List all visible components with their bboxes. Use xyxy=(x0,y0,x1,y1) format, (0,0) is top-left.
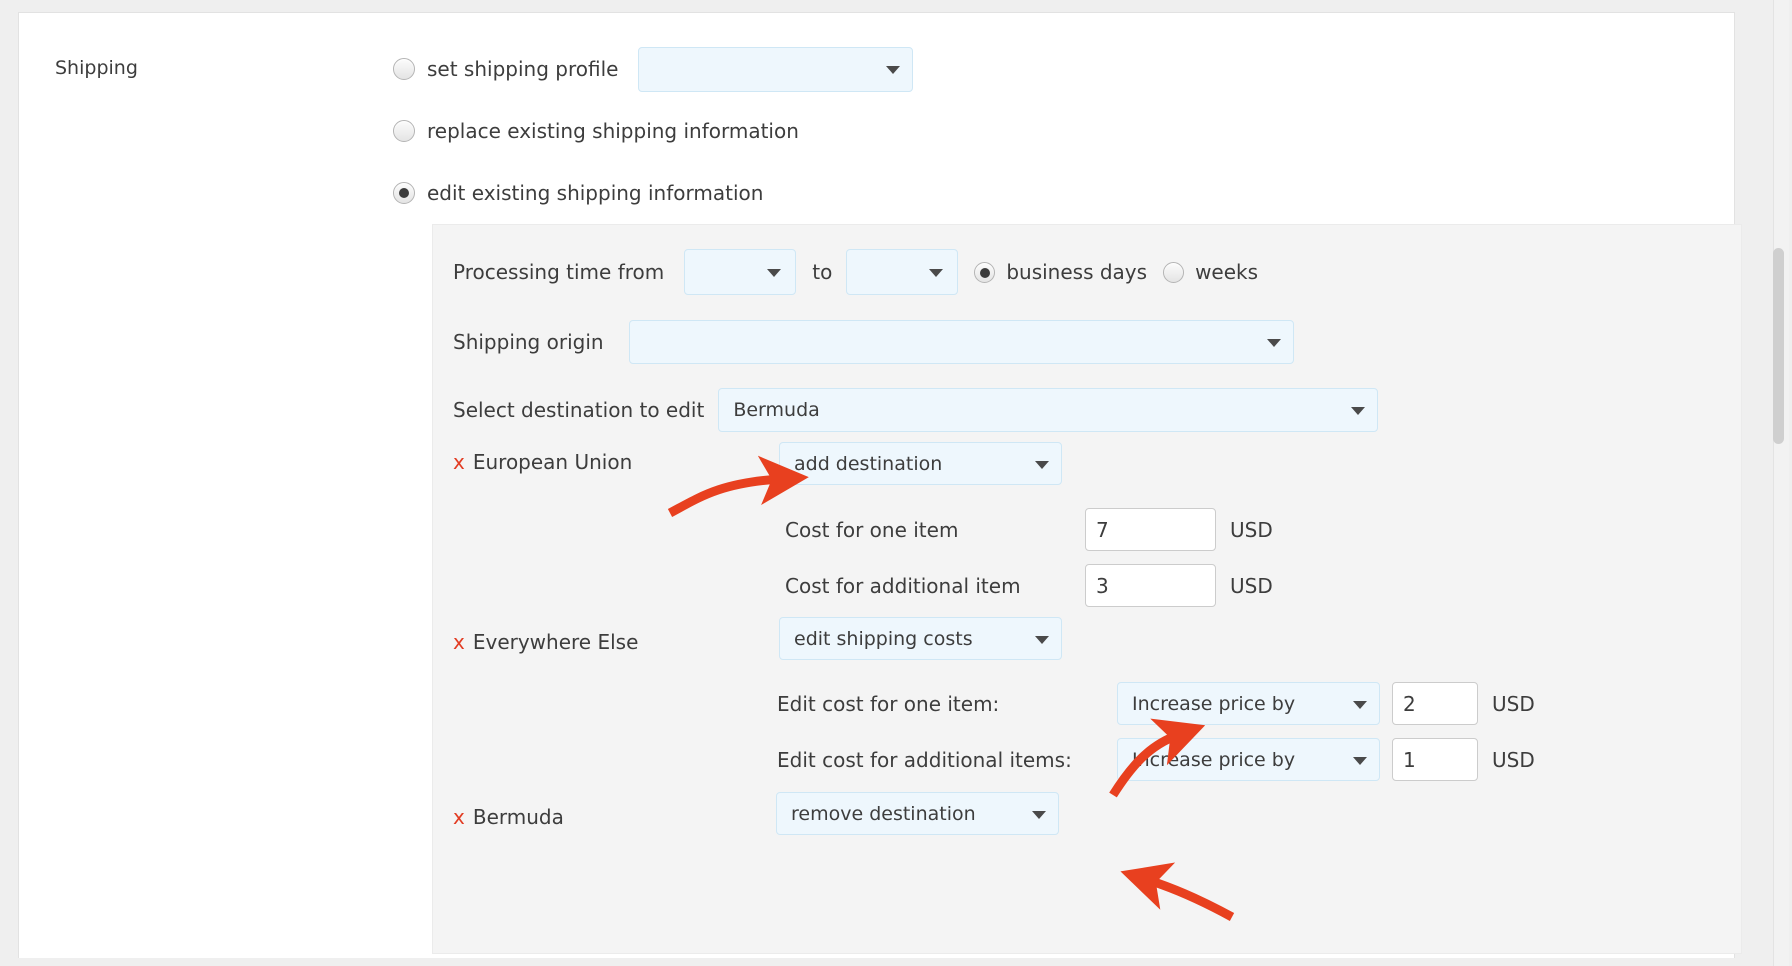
chevron-down-icon xyxy=(886,66,901,74)
unit-label: weeks xyxy=(1195,260,1259,284)
cost-additional-item-input[interactable] xyxy=(1085,564,1216,607)
shipping-mode-options: set shipping profile replace existing sh… xyxy=(393,46,914,235)
shipping-card: Shipping set shipping profile replace ex… xyxy=(18,12,1742,958)
edit-cost-additional-items-row: Edit cost for additional items: Increase… xyxy=(777,738,1535,781)
shipping-mode-label: replace existing shipping information xyxy=(427,119,799,143)
chevron-down-icon xyxy=(767,269,782,277)
unit-label: business days xyxy=(1006,260,1148,284)
currency-label: USD xyxy=(1230,517,1273,542)
scrollbar-track[interactable] xyxy=(1773,0,1789,966)
shipping-editor-panel: Processing time from to business days we… xyxy=(432,224,1742,954)
currency-label: USD xyxy=(1492,747,1535,772)
radio-business-days[interactable] xyxy=(974,261,996,283)
cost-additional-item-row: Cost for additional item USD xyxy=(785,564,1273,607)
processing-time-to-word: to xyxy=(812,260,833,284)
cost-additional-item-label: Cost for additional item xyxy=(785,573,1021,598)
cost-one-item-input[interactable] xyxy=(1085,508,1216,551)
shipping-mode-label: set shipping profile xyxy=(427,57,619,81)
select-destination-label: Select destination to edit xyxy=(453,398,705,422)
shipping-mode-edit[interactable]: edit existing shipping information xyxy=(393,173,913,213)
chevron-down-icon xyxy=(1353,700,1367,709)
edit-cost-one-item-mode-select[interactable]: Increase price by xyxy=(1117,682,1380,725)
processing-time-from-select[interactable] xyxy=(684,249,797,295)
select-destination-row: Select destination to edit Bermuda xyxy=(453,388,1379,432)
chevron-down-icon xyxy=(1266,339,1281,347)
destination-action-value: edit shipping costs xyxy=(794,627,973,650)
edit-cost-one-item-input[interactable] xyxy=(1392,682,1478,725)
currency-label: USD xyxy=(1230,573,1273,598)
radio-edit-shipping-information[interactable] xyxy=(393,182,415,204)
delete-destination-icon[interactable]: x xyxy=(453,630,465,654)
destination-action-select-bermuda[interactable]: remove destination xyxy=(776,792,1059,835)
shipping-bulk-edit-screen: Shipping set shipping profile replace ex… xyxy=(0,0,1792,966)
destination-action-select-european-union[interactable]: add destination xyxy=(779,442,1062,485)
destination-action-select-everywhere-else[interactable]: edit shipping costs xyxy=(779,617,1062,660)
edit-mode-value: Increase price by xyxy=(1132,748,1296,771)
processing-time-to-select[interactable] xyxy=(846,249,959,295)
edit-cost-one-item-label: Edit cost for one item: xyxy=(777,691,1000,716)
radio-replace-shipping-information[interactable] xyxy=(393,120,415,142)
processing-time-row: Processing time from to business days we… xyxy=(453,249,1258,295)
chevron-down-icon xyxy=(1035,635,1049,644)
cost-one-item-row: Cost for one item USD xyxy=(785,508,1273,551)
cost-one-item-label: Cost for one item xyxy=(785,517,959,542)
edit-mode-value: Increase price by xyxy=(1132,692,1296,715)
edit-cost-additional-items-label: Edit cost for additional items: xyxy=(777,747,1072,772)
shipping-mode-replace[interactable]: replace existing shipping information xyxy=(393,111,913,151)
destination-action-value: add destination xyxy=(794,452,943,475)
radio-set-shipping-profile[interactable] xyxy=(393,58,415,80)
destination-action-value: remove destination xyxy=(791,802,976,825)
shipping-origin-select[interactable] xyxy=(628,320,1294,364)
select-destination-value: Bermuda xyxy=(733,399,820,421)
shipping-origin-row: Shipping origin xyxy=(453,320,1294,364)
destination-name: Bermuda xyxy=(472,805,564,829)
destination-name: Everywhere Else xyxy=(472,630,639,654)
shipping-mode-set-profile[interactable]: set shipping profile xyxy=(393,46,914,92)
delete-destination-icon[interactable]: x xyxy=(453,450,465,474)
processing-time-label: Processing time from xyxy=(453,260,665,284)
destination-label-row: x Bermuda xyxy=(453,805,564,829)
select-destination-dropdown[interactable]: Bermuda xyxy=(718,388,1379,432)
chevron-down-icon xyxy=(1353,756,1367,765)
chevron-down-icon xyxy=(1032,810,1046,819)
destination-label-row: x European Union xyxy=(453,450,632,474)
processing-unit-business-days[interactable]: business days xyxy=(974,260,1147,284)
shipping-profile-select[interactable] xyxy=(638,46,914,92)
scrollbar-thumb[interactable] xyxy=(1773,248,1784,444)
edit-cost-additional-items-mode-select[interactable]: Increase price by xyxy=(1117,738,1380,781)
shipping-mode-label: edit existing shipping information xyxy=(427,181,764,205)
page-title: Shipping xyxy=(55,57,138,79)
delete-destination-icon[interactable]: x xyxy=(453,805,465,829)
chevron-down-icon xyxy=(1035,460,1049,469)
destination-name: European Union xyxy=(472,450,633,474)
processing-unit-weeks[interactable]: weeks xyxy=(1163,260,1258,284)
destination-label-row: x Everywhere Else xyxy=(453,630,638,654)
currency-label: USD xyxy=(1492,691,1535,716)
shipping-origin-label: Shipping origin xyxy=(453,330,604,354)
edit-cost-additional-items-input[interactable] xyxy=(1392,738,1478,781)
chevron-down-icon xyxy=(929,269,944,277)
edit-cost-one-item-row: Edit cost for one item: Increase price b… xyxy=(777,682,1535,725)
chevron-down-icon xyxy=(1351,407,1366,415)
radio-weeks[interactable] xyxy=(1163,261,1185,283)
